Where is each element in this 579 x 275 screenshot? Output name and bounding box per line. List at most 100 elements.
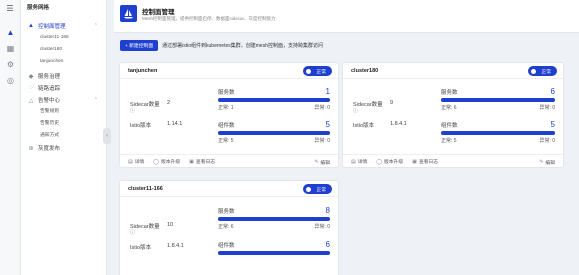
metric-label: 组件数	[441, 123, 458, 129]
menu-item-label: 告警中心	[38, 98, 61, 104]
status-dot-icon	[531, 68, 537, 74]
cluster-name[interactable]: cluster11-166	[128, 186, 163, 192]
metric-total: 5	[325, 120, 330, 129]
metric-normal: 正常: 1	[218, 105, 234, 111]
log-icon: ▣	[412, 158, 417, 165]
info-icon[interactable]: ⓘ	[353, 107, 358, 114]
trace-icon: ◌	[29, 85, 33, 91]
menu-item-label: 服务治理	[38, 74, 61, 80]
menu-item-canary-release[interactable]: ⊛ 灰度发布	[21, 142, 106, 154]
menu-sub-cluster[interactable]: cluster180	[21, 44, 106, 56]
layers-icon[interactable]: ▲	[0, 26, 21, 39]
toolbar: + 新建控制面 通过部署istio组件到kubernetes集群，创建mesh控…	[120, 40, 323, 51]
status-text: 正常	[541, 69, 551, 75]
metric-abnormal: 异常: 0	[314, 224, 330, 230]
abnormal-count: 0	[327, 224, 330, 230]
status-dot-icon	[306, 68, 312, 74]
detail-button[interactable]: ▤ 详情	[351, 158, 367, 166]
service-metric: 服务数 1 正常: 1 异常: 0	[218, 87, 330, 112]
metric-label: 服务数	[441, 90, 458, 96]
status-badge: 正常	[303, 184, 332, 194]
menu-sub-cluster[interactable]: cluster11-166	[21, 32, 106, 44]
status-text: 正常	[316, 69, 326, 75]
status-text: 正常	[316, 187, 326, 193]
view-logs-button[interactable]: ▣ 查看日志	[189, 158, 215, 166]
page-subtitle: Mesh控制面管理，提供控制面启停、数据面sidecar、灰度控制能力	[142, 16, 276, 21]
component-metric: 组件数 6	[218, 240, 330, 265]
card-footer: ▤ 详情 ◯ 版本升级 ▣ 查看日志 ✎ 编辑	[343, 154, 563, 168]
normal-count: 5	[230, 138, 234, 144]
side-menu: 服务网格 ▲ 控制面管理 ⌃ cluster11-166 cluster180 …	[21, 0, 107, 275]
abnormal-count: 0	[552, 105, 555, 111]
release-icon: ⊛	[28, 145, 34, 152]
abnormal-count: 0	[552, 138, 555, 144]
icon-rail: ☰ ▲ ▦ ⚙ ◎	[0, 0, 21, 275]
cluster-card: tanjunchen 正常 Sidecar数量 2 ⓘ Istio版本 1.14…	[119, 62, 339, 168]
metric-total: 5	[550, 120, 555, 129]
progress-fill	[441, 98, 555, 102]
page-header: 控制面管理 Mesh控制面管理，提供控制面启停、数据面sidecar、灰度控制能…	[114, 0, 579, 33]
grid-icon[interactable]: ▦	[0, 42, 21, 55]
normal-count: 6	[453, 105, 457, 111]
service-icon: ◆	[28, 73, 34, 80]
menu-item-label: 灰度发布	[38, 146, 61, 152]
upgrade-button[interactable]: ◯ 版本升级	[153, 158, 180, 166]
settings-icon[interactable]: ⚙	[0, 58, 21, 71]
progress-bar	[218, 251, 330, 255]
card-body: Sidecar数量 2 ⓘ Istio版本 1.14.1 服务数 1 正常: 1…	[120, 79, 338, 154]
metric-abnormal: 异常: 0	[539, 138, 555, 144]
card-header: cluster180 正常	[343, 63, 563, 79]
menu-sub-alert[interactable]: 告警历史	[21, 118, 106, 130]
chevron-up-icon: ⌃	[93, 97, 98, 103]
menu-item-control-plane[interactable]: ▲ 控制面管理 ⌃	[21, 20, 106, 32]
normal-count: 6	[230, 224, 234, 230]
progress-fill	[218, 131, 330, 135]
menu-icon[interactable]: ☰	[0, 0, 20, 16]
status-badge: 正常	[303, 66, 332, 76]
document-icon: ▤	[128, 158, 133, 165]
istio-version-value: 1.8.4.1	[390, 121, 407, 127]
progress-bar	[441, 131, 555, 135]
view-logs-button[interactable]: ▣ 查看日志	[412, 158, 438, 166]
collapse-sidebar-handle[interactable]: ‹	[103, 128, 111, 144]
metric-total: 8	[325, 206, 330, 215]
progress-bar	[441, 98, 555, 102]
sidecar-value: 9	[390, 100, 394, 106]
info-icon[interactable]: ⓘ	[130, 229, 135, 236]
sail-icon	[120, 5, 137, 22]
upgrade-button[interactable]: ◯ 版本升级	[376, 158, 403, 166]
menu-sub-cluster[interactable]: tanjunchen	[21, 56, 106, 68]
abnormal-count: 0	[327, 105, 330, 111]
normal-count: 5	[453, 138, 457, 144]
create-control-plane-button[interactable]: + 新建控制面	[120, 40, 159, 51]
cluster-card: cluster11-166 正常 Sidecar数量 10 ⓘ Istio版本 …	[119, 180, 339, 275]
menu-sub-alert[interactable]: 通知方式	[21, 130, 106, 142]
progress-bar	[218, 98, 330, 102]
card-header: tanjunchen 正常	[120, 63, 338, 79]
metric-abnormal: 异常: 0	[314, 138, 330, 144]
cluster-name[interactable]: tanjunchen	[128, 68, 157, 74]
chevron-up-icon: ⌃	[93, 23, 98, 29]
info-icon[interactable]: ⓘ	[130, 107, 135, 114]
metric-total: 1	[325, 87, 330, 96]
pencil-icon: ✎	[539, 160, 544, 165]
target-icon[interactable]: ◎	[0, 74, 21, 87]
menu-item-alert-center[interactable]: △ 告警中心 ⌃	[21, 94, 106, 106]
service-metric: 服务数 6 正常: 6 异常: 0	[441, 87, 555, 112]
edit-button[interactable]: ✎ 编辑	[539, 159, 555, 166]
bulb-icon: ◯	[153, 158, 159, 165]
menu-item-service-governance[interactable]: ◆ 服务治理	[21, 70, 106, 82]
menu-item-link-tracing[interactable]: ◌ 链路追踪	[21, 82, 106, 94]
status-dot-icon	[306, 186, 312, 192]
cluster-name[interactable]: cluster180	[351, 68, 378, 74]
card-body: Sidecar数量 10 ⓘ Istio版本 1.8.4.1 服务数 8 正常:…	[120, 197, 338, 275]
edit-button[interactable]: ✎ 编辑	[314, 159, 330, 166]
menu-sub-alert[interactable]: 告警规则	[21, 106, 106, 118]
istio-version-label: Istio版本	[353, 123, 375, 129]
card-body: Sidecar数量 9 ⓘ Istio版本 1.8.4.1 服务数 6 正常: …	[343, 79, 563, 154]
main-content: 控制面管理 Mesh控制面管理，提供控制面启停、数据面sidecar、灰度控制能…	[114, 0, 579, 275]
document-icon: ▤	[351, 158, 356, 165]
detail-button[interactable]: ▤ 详情	[128, 158, 144, 166]
sidecar-value: 2	[167, 100, 171, 106]
service-metric: 服务数 8 正常: 6 异常: 0	[218, 206, 330, 231]
